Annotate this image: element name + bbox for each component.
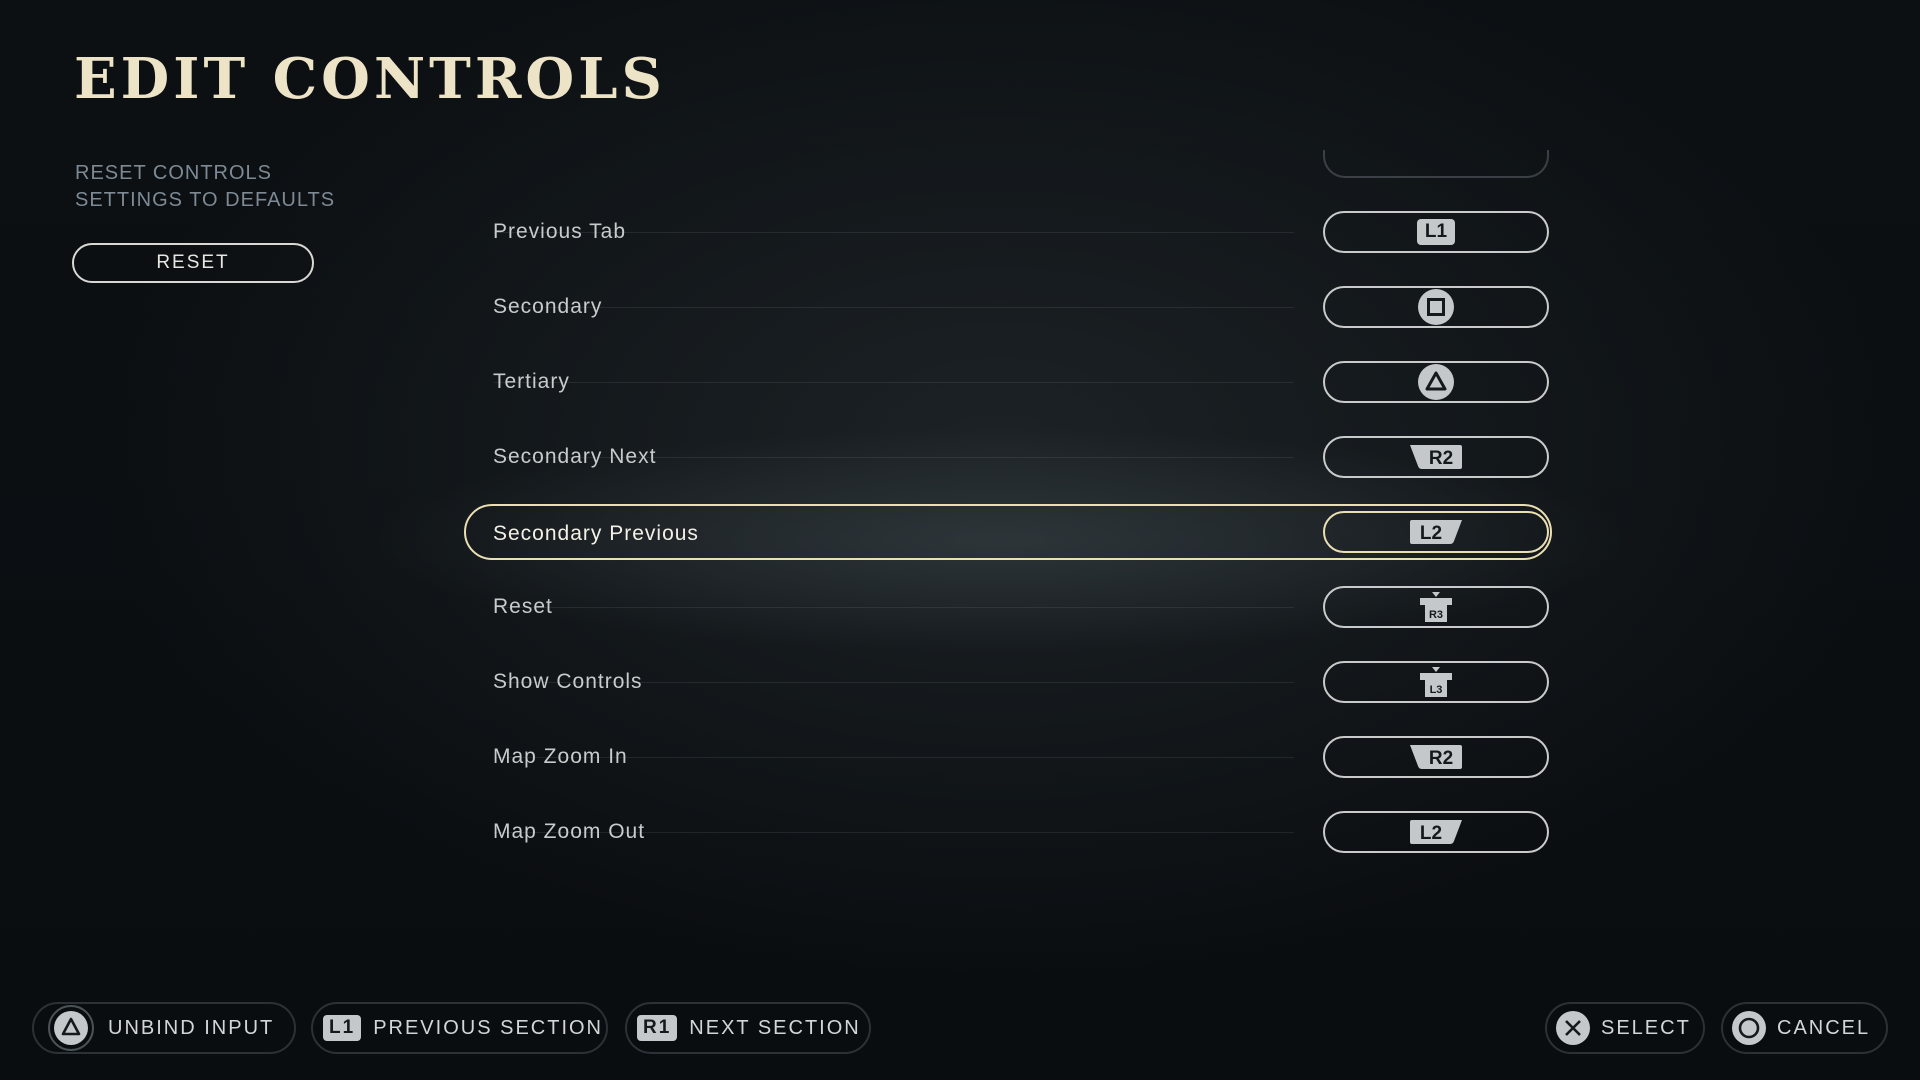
control-action-label: Map Zoom In — [493, 745, 628, 768]
triangle-button-icon — [1418, 364, 1454, 400]
next-section-label: NEXT SECTION — [689, 1016, 861, 1039]
control-binding-button[interactable]: R2 — [1323, 436, 1549, 478]
triangle-button-icon — [48, 1005, 94, 1051]
control-action-label: Tertiary — [493, 370, 570, 393]
square-button-icon — [1418, 289, 1454, 325]
l1-button-icon: L1 — [323, 1015, 362, 1041]
circle-button-icon — [1731, 1010, 1767, 1046]
control-row-secondary[interactable]: Secondary — [464, 279, 1552, 335]
control-action-label: Map Zoom Out — [493, 820, 646, 843]
previous-section-label: PREVIOUS SECTION — [373, 1016, 603, 1039]
next-section-button[interactable]: R1 NEXT SECTION — [625, 1002, 871, 1054]
clipped-binding-button — [1323, 150, 1549, 178]
r1-button-icon: R1 — [637, 1015, 678, 1041]
control-row-tertiary[interactable]: Tertiary — [464, 354, 1552, 410]
control-action-label: Secondary Previous — [493, 522, 699, 545]
cancel-button[interactable]: CANCEL — [1721, 1002, 1888, 1054]
control-action-label: Previous Tab — [493, 220, 627, 243]
svg-text:R2: R2 — [1429, 748, 1453, 769]
previous-section-button[interactable]: L1 PREVIOUS SECTION — [311, 1002, 608, 1054]
control-row-secondary-previous[interactable]: Secondary Previous L2 — [464, 504, 1552, 560]
row-divider — [494, 382, 1294, 383]
control-binding-button[interactable]: R2 — [1323, 736, 1549, 778]
control-row-secondary-next[interactable]: Secondary Next R2 — [464, 429, 1552, 485]
control-binding-button[interactable] — [1323, 361, 1549, 403]
control-binding-button[interactable]: L2 — [1323, 811, 1549, 853]
control-binding-button[interactable]: L1 — [1323, 211, 1549, 253]
row-divider — [494, 607, 1294, 608]
reset-button[interactable]: RESET — [72, 243, 314, 283]
select-button[interactable]: SELECT — [1545, 1002, 1705, 1054]
control-row-map-zoom-in[interactable]: Map Zoom In R2 — [464, 729, 1552, 785]
reset-description: RESET CONTROLS SETTINGS TO DEFAULTS — [75, 162, 336, 211]
r2-trigger-icon: R2 — [1410, 445, 1462, 469]
edit-controls-screen: EDIT CONTROLS RESET CONTROLS SETTINGS TO… — [0, 0, 1920, 1080]
control-binding-button[interactable] — [1323, 286, 1549, 328]
l1-button-icon: L1 — [1416, 219, 1456, 245]
control-binding-button[interactable]: R3 — [1323, 586, 1549, 628]
svg-text:R3: R3 — [1429, 609, 1443, 621]
select-label: SELECT — [1601, 1016, 1691, 1039]
svg-text:L2: L2 — [1420, 523, 1442, 544]
row-divider — [494, 307, 1294, 308]
l2-trigger-icon: L2 — [1410, 520, 1462, 544]
control-row-previous-tab[interactable]: Previous Tab L1 — [464, 204, 1552, 260]
cancel-label: CANCEL — [1777, 1016, 1871, 1039]
control-row-show-controls[interactable]: Show Controls L3 — [464, 654, 1552, 710]
unbind-input-button[interactable]: UNBIND INPUT — [32, 1002, 296, 1054]
svg-text:L3: L3 — [1430, 684, 1443, 696]
control-action-label: Secondary — [493, 295, 603, 318]
svg-text:R2: R2 — [1429, 448, 1453, 469]
cross-button-icon — [1555, 1010, 1591, 1046]
control-action-label: Reset — [493, 595, 553, 618]
control-binding-button[interactable]: L3 — [1323, 661, 1549, 703]
control-binding-button[interactable]: L2 — [1323, 511, 1549, 553]
r2-trigger-icon: R2 — [1410, 745, 1462, 769]
l2-trigger-icon: L2 — [1410, 820, 1462, 844]
unbind-input-label: UNBIND INPUT — [108, 1016, 275, 1039]
page-title: EDIT CONTROLS — [74, 46, 666, 112]
l3-stick-icon: L3 — [1420, 667, 1452, 697]
control-row-reset[interactable]: Reset R3 — [464, 579, 1552, 635]
r3-stick-icon: R3 — [1420, 592, 1452, 622]
control-action-label: Secondary Next — [493, 445, 657, 468]
control-action-label: Show Controls — [493, 670, 643, 693]
svg-text:L2: L2 — [1420, 823, 1442, 844]
control-row-map-zoom-out[interactable]: Map Zoom Out L2 — [464, 804, 1552, 860]
